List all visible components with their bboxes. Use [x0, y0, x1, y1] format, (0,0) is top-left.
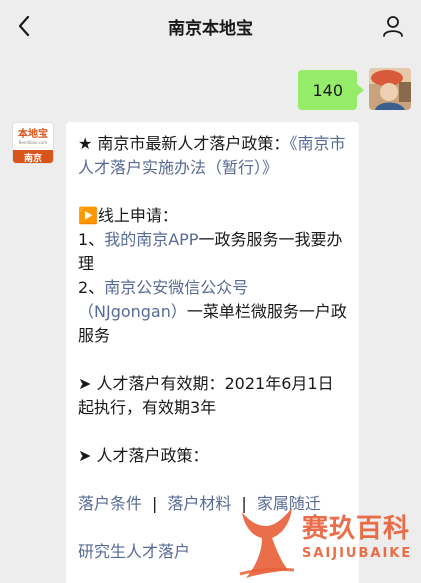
graduate-row: 研究生人才落户	[78, 540, 347, 564]
online-item-2: 2、南京公安微信公众号（NJgongan）一菜单栏微服务一户政服务	[78, 276, 347, 348]
bot-avatar-logo: 本地宝 Bendibao.com	[13, 123, 53, 150]
policy-paragraph: ★ 南京市最新人才落户政策：《南京市人才落户实施办法（暂行）》	[78, 132, 347, 180]
bot-avatar[interactable]: 本地宝 Bendibao.com 南京	[12, 122, 54, 164]
item1-prefix: 1、	[78, 230, 105, 249]
outgoing-message-bubble[interactable]: 140	[298, 70, 364, 110]
user-photo	[369, 68, 411, 110]
validity-text: 人才落户有效期：2021年6月1日起执行，有效期3年	[78, 374, 334, 417]
policy-prefix: ★ 南京市最新人才落户政策：	[78, 134, 290, 153]
profile-button[interactable]	[379, 12, 407, 40]
arrow-icon: ➤	[78, 446, 92, 465]
family-link[interactable]: 家属随迁	[257, 494, 321, 513]
chat-title: 南京本地宝	[168, 18, 253, 39]
graduate-link[interactable]: 研究生人才落户	[78, 542, 190, 561]
conditions-link[interactable]: 落户条件	[78, 494, 142, 513]
logo-domain: Bendibao.com	[18, 139, 48, 145]
policy-links-row: 落户条件 | 落户材料 | 家属随迁	[78, 492, 347, 516]
policy-heading-paragraph: ➤ 人才落户政策：	[78, 444, 347, 468]
bot-avatar-city: 南京	[13, 150, 53, 163]
back-button[interactable]	[10, 12, 38, 40]
outgoing-message-text: 140	[312, 80, 343, 100]
online-heading: ▶️线上申请：	[78, 206, 178, 225]
person-icon	[383, 16, 403, 37]
nav-bar: 南京本地宝	[0, 0, 421, 52]
user-avatar[interactable]	[369, 68, 411, 110]
validity-paragraph: ➤ 人才落户有效期：2021年6月1日起执行，有效期3年	[78, 372, 347, 420]
item2-prefix: 2、	[78, 278, 105, 297]
outgoing-message-row: 140	[298, 68, 411, 112]
chevron-left-icon	[18, 15, 30, 37]
materials-link[interactable]: 落户材料	[167, 494, 231, 513]
separator: |	[241, 494, 247, 513]
arrow-icon: ➤	[78, 374, 92, 393]
incoming-message-bubble[interactable]: ★ 南京市最新人才落户政策：《南京市人才落户实施办法（暂行）》 ▶️线上申请： …	[66, 122, 359, 583]
my-nanjing-app-link[interactable]: 我的南京APP	[104, 230, 198, 249]
separator: |	[152, 494, 158, 513]
online-item-1: 1、我的南京APP一政务服务一我要办理	[78, 228, 347, 276]
logo-wordmark: 本地宝	[18, 128, 48, 140]
policy-heading: 人才落户政策：	[91, 446, 209, 465]
